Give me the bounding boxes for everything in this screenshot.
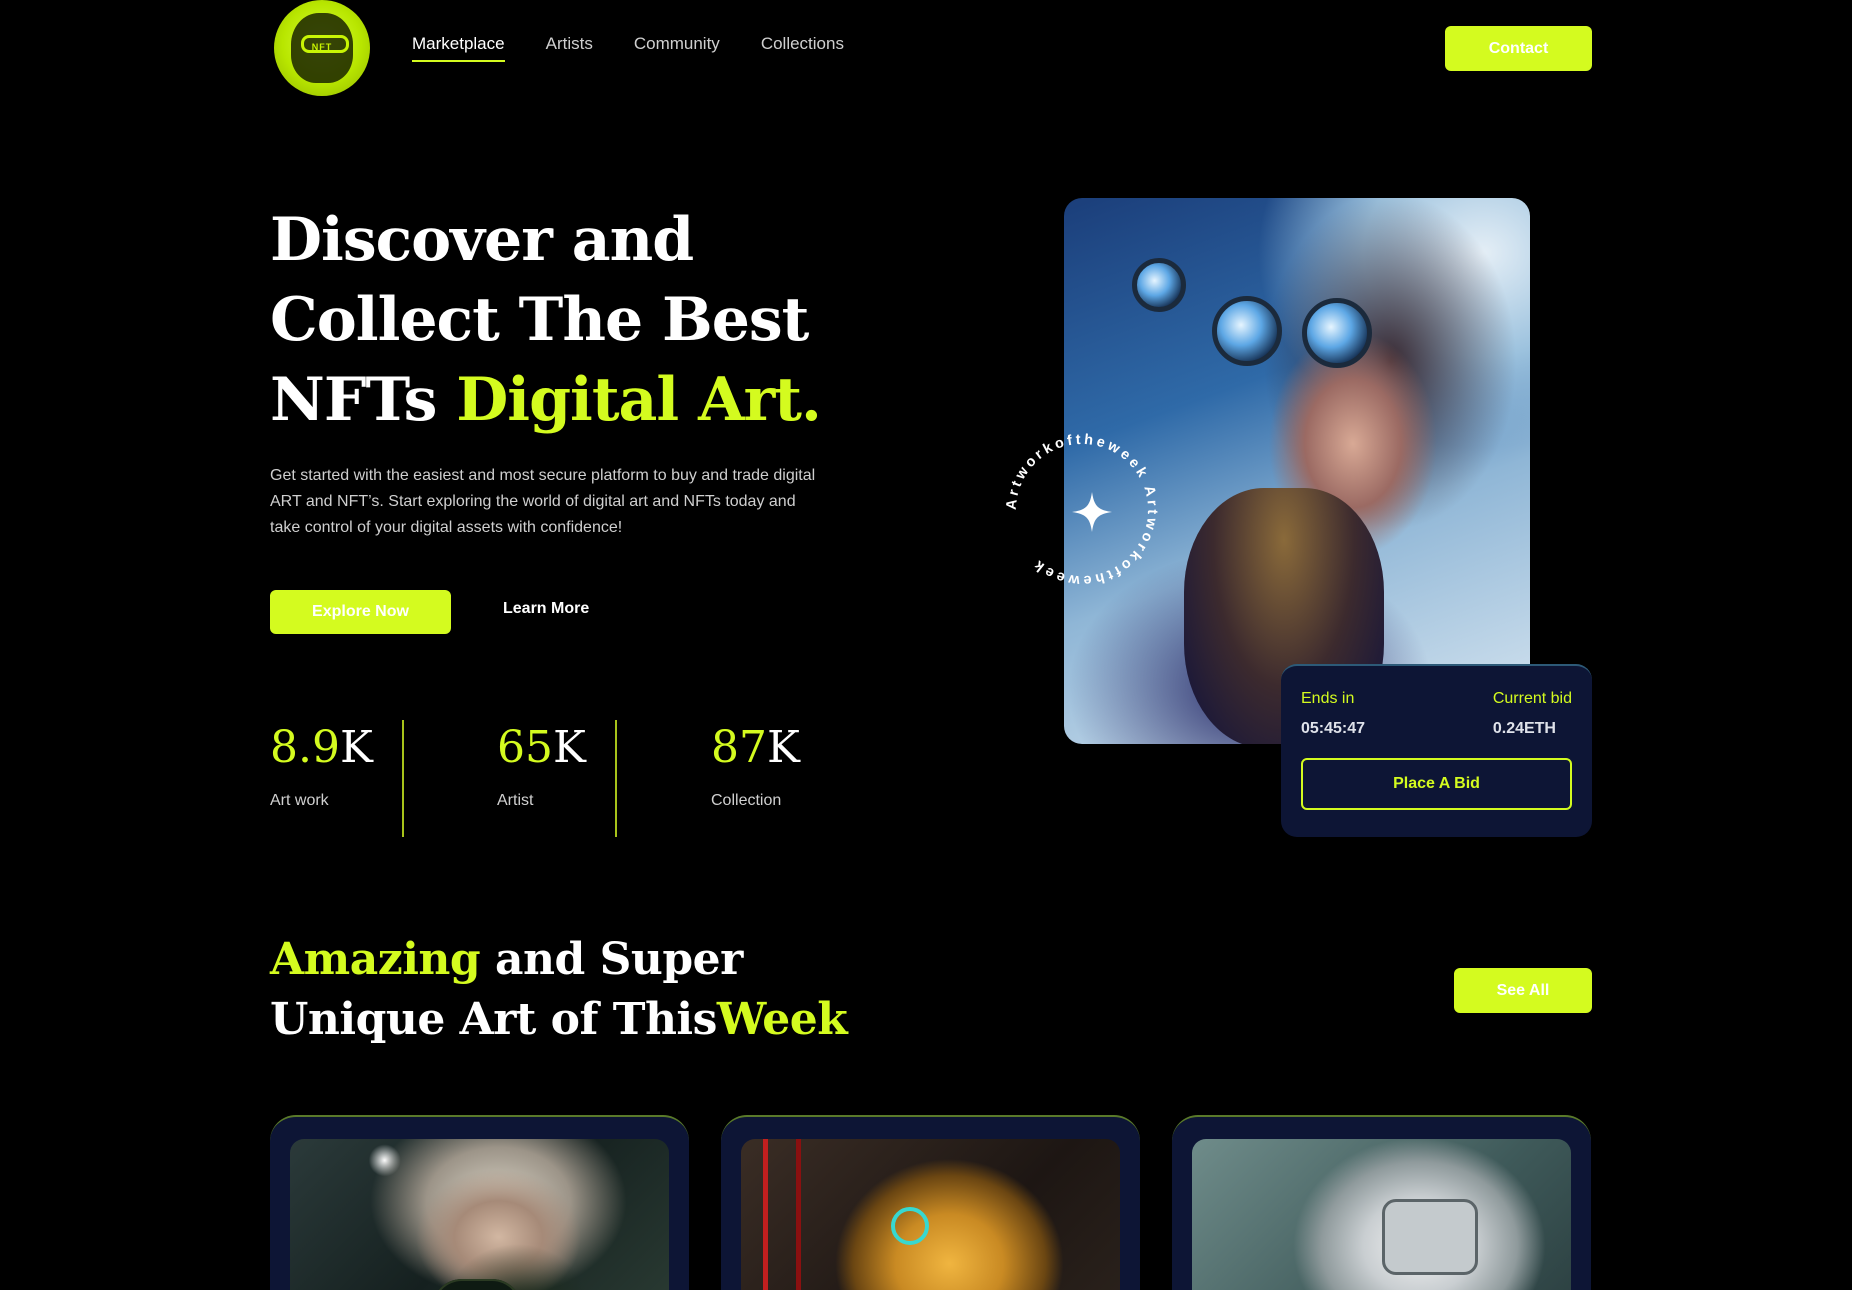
stat-value: 8.9 [270,722,340,773]
contact-button[interactable]: Contact [1445,26,1592,71]
current-bid-value: 0.24ETH [1492,720,1556,737]
nav-artists[interactable]: Artists [546,34,593,62]
artwork-image[interactable] [1192,1139,1571,1290]
stat-suffix: K [339,722,373,773]
hero-title-line2: Collect The Best [270,285,809,355]
hero-description: Get started with the easiest and most se… [270,467,816,536]
stat-value: 87 [711,722,767,773]
artwork-image[interactable] [290,1139,669,1290]
current-bid: Current bid 0.24ETH [1493,690,1572,738]
artwork-card[interactable] [1172,1115,1591,1290]
main-nav: Marketplace Artists Community Collection… [412,34,844,62]
hero-title-line1: Discover and [270,205,694,275]
ends-in: Ends in 05:45:47 [1301,690,1365,738]
artwork-cards [270,1115,1591,1290]
section-title: Amazing and Super Unique Art of ThisWeek [270,930,848,1050]
hero-title-accent: Digital Art. [456,365,822,435]
logo-text: NFT [311,42,333,52]
hero-title: Discover and Collect The Best NFTs Digit… [270,200,822,440]
stats: 8.9K Art work 65K Artist 87K Collection [270,720,815,837]
section-title-accent2: Week [716,994,848,1045]
place-bid-button[interactable]: Place A Bid [1301,758,1572,810]
bid-card: Ends in 05:45:47 Current bid 0.24ETH Pla… [1281,664,1592,837]
section-title-plain1: and Super [480,934,743,985]
nav-community[interactable]: Community [634,34,720,62]
stat-label: Artist [497,792,534,809]
current-bid-label: Current bid [1492,690,1572,707]
artwork-card[interactable] [721,1115,1140,1290]
nav-marketplace[interactable]: Marketplace [412,34,505,62]
section-title-accent1: Amazing [270,934,481,985]
stat-suffix: K [767,722,800,773]
stat-artist: 65K Artist [402,720,615,837]
explore-now-button[interactable]: Explore Now [270,590,451,634]
artwork-card[interactable] [270,1115,689,1290]
stat-label: Art work [270,792,329,809]
ends-in-countdown: 05:45:47 [1301,720,1366,737]
nav-collections[interactable]: Collections [761,34,844,62]
learn-more-link[interactable]: Learn More [503,600,589,618]
sparkle-star-icon [1072,492,1112,532]
stat-label: Collection [711,792,782,809]
stat-collection: 87K Collection [615,720,815,837]
hero-title-line3: NFTs [270,365,457,435]
stat-suffix: K [553,722,586,773]
see-all-button[interactable]: See All [1454,968,1592,1013]
section-title-plain2: Unique Art of This [270,994,717,1045]
stat-value: 65 [497,722,553,773]
artwork-image[interactable] [741,1139,1120,1290]
stat-artwork: 8.9K Art work [270,720,402,837]
ends-in-label: Ends in [1301,690,1355,707]
logo[interactable]: NFT [274,0,370,96]
